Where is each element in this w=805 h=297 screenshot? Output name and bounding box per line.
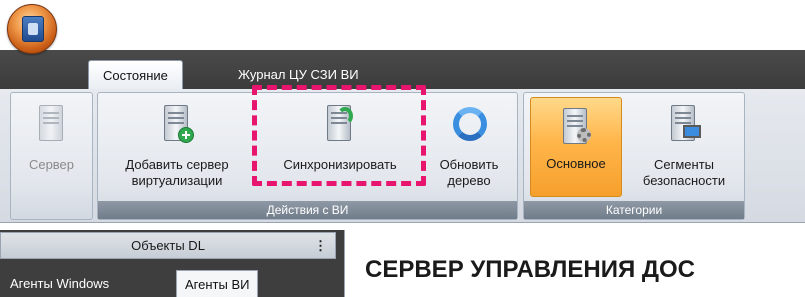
security-segments-label: Сегменты безопасности (642, 157, 726, 188)
app-menu-button[interactable] (7, 4, 57, 54)
add-server-label: Добавить сервер виртуализации (125, 157, 229, 188)
pane-title: Объекты DL (131, 238, 205, 253)
server-button[interactable]: Сервер (13, 95, 90, 199)
sync-label: Синхронизировать (283, 157, 397, 172)
main-category-button[interactable]: Основное (530, 97, 622, 197)
main-category-label: Основное (546, 156, 606, 171)
app-logo-icon (22, 16, 44, 42)
title-bar (0, 0, 805, 50)
ribbon: Сервер Добавить сервер виртуализации Син… (0, 89, 805, 223)
content-area: СЕРВЕР УПРАВЛЕНИЯ ДОС (344, 230, 805, 297)
ribbon-group-server: Сервер (10, 92, 93, 220)
server-settings-icon (557, 106, 595, 150)
server-button-label: Сервер (28, 157, 75, 172)
pane-header: Объекты DL ⋮ (0, 232, 336, 259)
tab-vm-agents[interactable]: Агенты ВИ (176, 270, 259, 297)
app-window: Состояние Журнал ЦУ СЗИ ВИ Сервер Добави… (0, 0, 805, 297)
refresh-icon (450, 103, 488, 147)
add-server-icon (158, 103, 196, 147)
refresh-tree-button[interactable]: Обновить дерево (424, 95, 514, 199)
server-icon (33, 103, 71, 147)
pane-menu-icon[interactable]: ⋮ (314, 238, 327, 254)
add-server-button[interactable]: Добавить сервер виртуализации (102, 95, 252, 199)
ribbon-tab-strip: Состояние Журнал ЦУ СЗИ ВИ (0, 50, 805, 89)
tab-state[interactable]: Состояние (88, 60, 183, 89)
server-network-icon (665, 103, 703, 147)
refresh-tree-label: Обновить дерево (439, 157, 499, 188)
pane-splitter[interactable] (336, 230, 344, 297)
ribbon-group-categories: Основное Сегменты безопасности Категории (523, 92, 745, 220)
tab-journal[interactable]: Журнал ЦУ СЗИ ВИ (224, 60, 373, 89)
page-title: СЕРВЕР УПРАВЛЕНИЯ ДОС (365, 256, 695, 283)
security-segments-button[interactable]: Сегменты безопасности (628, 95, 740, 199)
sync-button[interactable]: Синхронизировать (256, 95, 424, 199)
sync-icon (321, 103, 359, 147)
ribbon-group-vm-actions: Добавить сервер виртуализации Синхронизи… (97, 92, 518, 220)
categories-group-label: Категории (524, 201, 744, 219)
left-pane: Объекты DL ⋮ Агенты Windows Агенты ВИ (0, 230, 336, 297)
vm-group-label: Действия с ВИ (98, 201, 517, 219)
tab-windows-agents[interactable]: Агенты Windows (2, 270, 117, 297)
